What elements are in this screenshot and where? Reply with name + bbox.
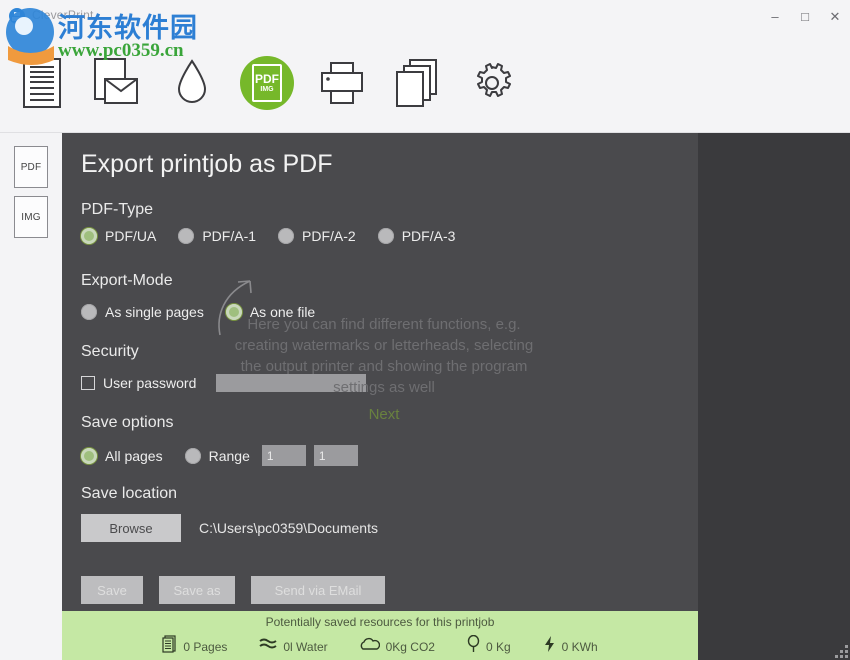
status-item-tree-value: 0 Kg: [485, 639, 511, 654]
radio-pdf-ua-label: PDF/UA: [105, 228, 157, 244]
status-item-pages-value: 0 Pages: [183, 639, 228, 654]
page-title: Export printjob as PDF: [81, 150, 333, 178]
radio-all-pages[interactable]: [81, 447, 97, 464]
status-item-co2: 0Kg CO2: [360, 637, 435, 656]
document-icon: [21, 57, 63, 109]
cloud-icon: [360, 637, 380, 656]
save-options-row: All pages Range: [81, 445, 358, 466]
export-mode-options: As single pages As one file: [81, 304, 337, 320]
radio-pdf-a1-label: PDF/A-1: [202, 228, 257, 244]
save-location-label: Save location: [81, 485, 178, 502]
status-item-co2-value: 0Kg CO2: [385, 639, 435, 654]
tree-icon: [467, 634, 480, 658]
save-location-row: Browse C:\Users\pc0359\Documents: [81, 514, 378, 542]
application-window: CleverPrint – □ ✕ PDF IMG PDF IMG Export…: [0, 0, 850, 660]
lightning-icon: [543, 635, 556, 658]
maximize-button[interactable]: □: [790, 0, 820, 32]
coachmark-next-link[interactable]: Next: [234, 404, 534, 425]
range-from-input[interactable]: [261, 445, 306, 466]
status-bar-items: 0 Pages 0l Water 0Kg CO2 0 Kg 0 KWh: [62, 634, 698, 658]
close-button[interactable]: ✕: [820, 0, 850, 32]
water-waves-icon: [259, 636, 277, 657]
radio-as-one-file-label: As one file: [249, 304, 316, 320]
save-as-button[interactable]: Save as: [159, 576, 235, 604]
radio-pdf-a3[interactable]: [377, 228, 394, 244]
printer-icon: [319, 60, 365, 106]
title-bar: CleverPrint – □ ✕: [0, 0, 850, 32]
pdf-img-icon-sublabel: IMG: [260, 86, 274, 93]
radio-range[interactable]: [184, 447, 201, 464]
range-to-input[interactable]: [313, 445, 358, 466]
status-item-tree: 0 Kg: [467, 634, 511, 658]
sidebar-item-img[interactable]: IMG: [14, 196, 48, 238]
checkbox-user-password[interactable]: [81, 376, 95, 390]
send-via-email-button[interactable]: Send via EMail: [251, 576, 385, 604]
app-icon: [8, 7, 26, 25]
status-item-energy-value: 0 KWh: [561, 639, 598, 654]
status-item-energy: 0 KWh: [543, 635, 598, 658]
checkbox-user-password-label: User password: [103, 375, 197, 391]
security-label: Security: [81, 343, 139, 360]
toolbar-item-mail[interactable]: [82, 48, 152, 118]
status-bar-title: Potentially saved resources for this pri…: [265, 615, 495, 629]
toolbar-item-printer[interactable]: [307, 48, 377, 118]
export-mode-label: Export-Mode: [81, 272, 173, 289]
coachmark-overlay: Here you can find different functions, e…: [234, 314, 534, 425]
sidebar-item-pdf[interactable]: PDF: [14, 146, 48, 188]
pdf-type-label: PDF-Type: [81, 201, 154, 218]
export-form: Export printjob as PDF PDF-Type PDF/UA P…: [62, 133, 698, 611]
radio-all-pages-label: All pages: [105, 447, 163, 464]
window-controls: – □ ✕: [760, 0, 850, 32]
pdf-type-options: PDF/UA PDF/A-1 PDF/A-2 PDF/A-3: [81, 228, 477, 244]
radio-range-label: Range: [208, 447, 250, 464]
radio-as-single-pages-label: As single pages: [105, 304, 204, 320]
radio-pdf-a2-label: PDF/A-2: [302, 228, 356, 244]
main-toolbar: PDF IMG: [0, 32, 850, 133]
pages-icon: [162, 635, 177, 658]
water-drop-icon: [175, 58, 209, 108]
radio-pdf-a3-label: PDF/A-3: [401, 228, 456, 244]
left-sidebar: PDF IMG: [0, 133, 62, 660]
mail-document-icon: [93, 57, 141, 109]
toolbar-item-document[interactable]: [7, 48, 77, 118]
status-item-pages: 0 Pages: [162, 635, 227, 658]
minimize-button[interactable]: –: [760, 0, 790, 32]
copy-pages-icon: [394, 58, 440, 108]
radio-as-single-pages[interactable]: [81, 304, 97, 320]
security-options: User password: [81, 374, 367, 392]
save-location-path: C:\Users\pc0359\Documents: [199, 520, 378, 536]
main-panel: Export printjob as PDF PDF-Type PDF/UA P…: [62, 133, 850, 660]
preview-pane: [698, 133, 850, 660]
radio-pdf-a2[interactable]: [278, 228, 295, 244]
browse-button[interactable]: Browse: [81, 514, 181, 542]
pdf-img-icon: PDF IMG: [240, 56, 294, 110]
toolbar-item-settings[interactable]: [457, 48, 527, 118]
save-options-label: Save options: [81, 414, 174, 431]
sidebar-item-pdf-label: PDF: [20, 161, 42, 173]
status-item-water-value: 0l Water: [283, 639, 328, 654]
radio-pdf-a1[interactable]: [178, 228, 195, 244]
status-item-water: 0l Water: [259, 636, 328, 657]
resources-status-bar: Potentially saved resources for this pri…: [62, 611, 698, 660]
toolbar-item-pdf-img[interactable]: PDF IMG: [232, 48, 302, 118]
resize-grip[interactable]: [835, 645, 848, 658]
toolbar-item-watermark[interactable]: [157, 48, 227, 118]
user-password-input[interactable]: [216, 374, 367, 392]
radio-as-one-file[interactable]: [225, 304, 242, 320]
gear-icon: [470, 61, 514, 105]
sidebar-item-img-label: IMG: [21, 211, 41, 223]
toolbar-item-copies[interactable]: [382, 48, 452, 118]
pdf-img-icon-label: PDF: [255, 72, 279, 86]
radio-pdf-ua[interactable]: [81, 228, 97, 244]
save-button[interactable]: Save: [81, 576, 143, 604]
action-buttons: Save Save as Send via EMail: [81, 576, 385, 604]
window-title: CleverPrint: [32, 8, 94, 22]
